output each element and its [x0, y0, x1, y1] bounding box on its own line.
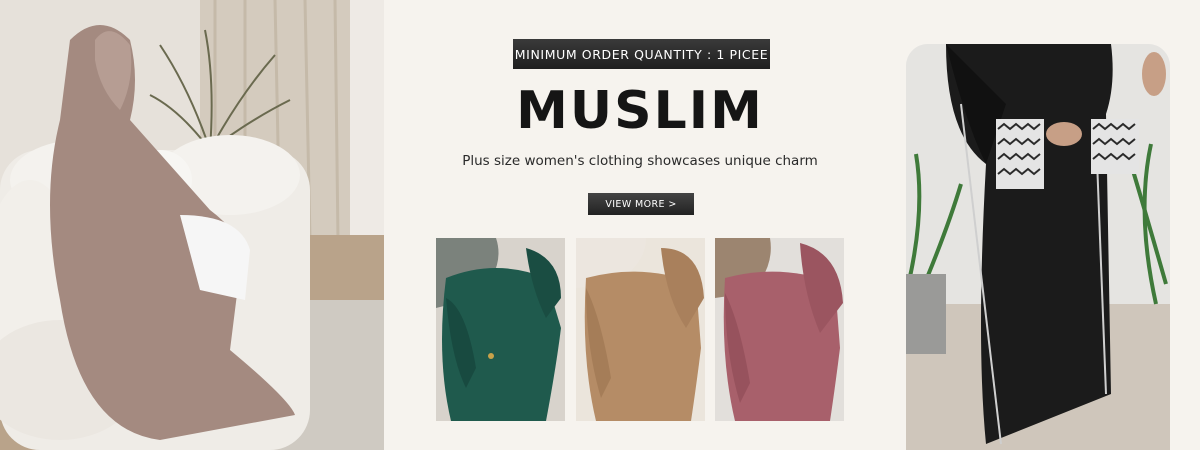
hero-photo-left[interactable] [0, 0, 384, 450]
hero-left-illustration [0, 0, 384, 450]
product-thumb-rose[interactable] [715, 238, 844, 421]
hero-right-illustration [906, 44, 1170, 450]
product-thumb-beige[interactable] [576, 238, 705, 421]
banner-title: MUSLIM [516, 81, 764, 141]
view-more-button[interactable]: VIEW MORE > [588, 193, 694, 215]
promo-banner: MINIMUM ORDER QUANTITY : 1 PICEE MUSLIM … [0, 0, 1200, 450]
beige-abaya-image [576, 238, 705, 421]
rose-abaya-image [715, 238, 844, 421]
moq-badge: MINIMUM ORDER QUANTITY : 1 PICEE [513, 39, 770, 69]
product-thumb-green[interactable] [436, 238, 565, 421]
green-abaya-image [436, 238, 565, 421]
banner-subtitle: Plus size women's clothing showcases uni… [462, 153, 818, 169]
hero-photo-right[interactable] [906, 44, 1170, 450]
